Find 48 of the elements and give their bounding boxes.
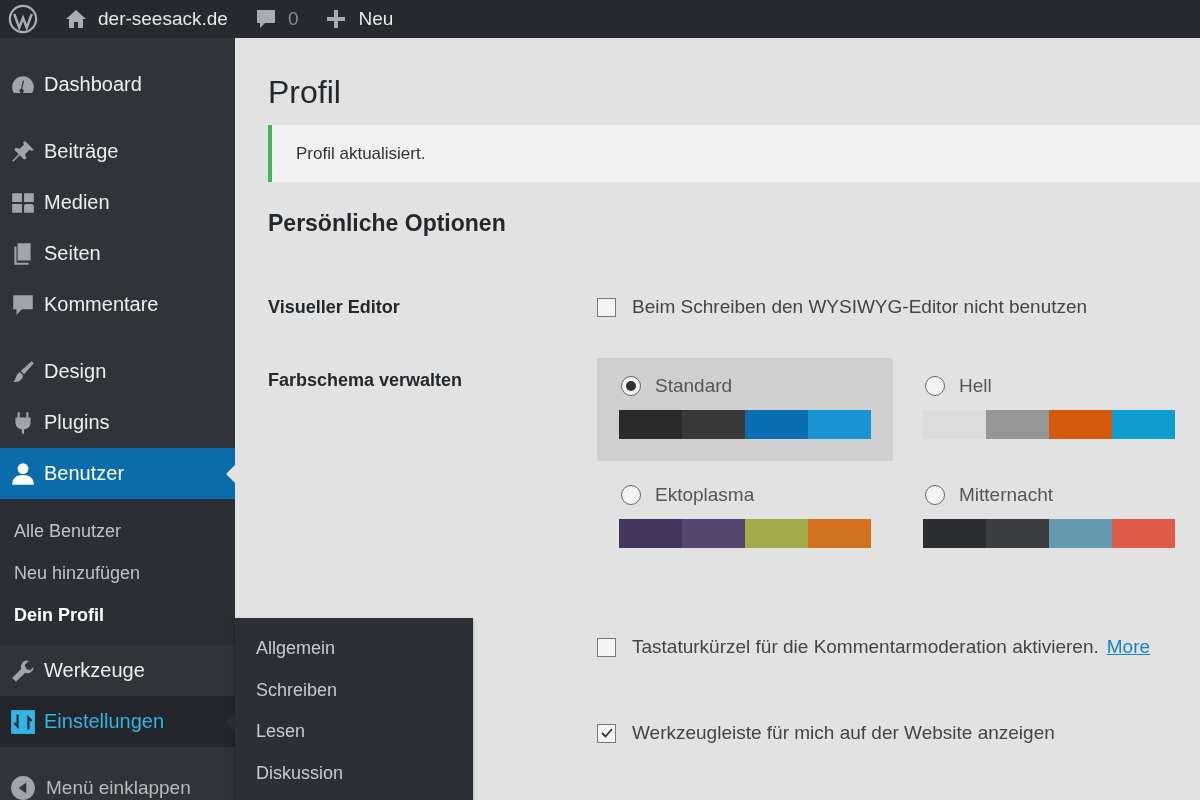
wrench-icon bbox=[10, 657, 36, 684]
home-icon[interactable] bbox=[64, 7, 88, 31]
scheme-name[interactable]: Standard bbox=[655, 375, 733, 397]
checkbox[interactable] bbox=[597, 637, 616, 657]
success-notice: Profil aktualisiert. bbox=[268, 125, 1200, 182]
radio-button[interactable] bbox=[925, 376, 945, 396]
menu-item[interactable]: Plugins bbox=[0, 397, 235, 448]
flyout-item[interactable]: Lesen bbox=[235, 711, 473, 753]
brush-icon bbox=[10, 358, 36, 385]
settings-icon bbox=[10, 708, 36, 735]
new-link[interactable]: Neu bbox=[358, 8, 394, 30]
submenu-item[interactable]: Alle Benutzer bbox=[0, 510, 235, 552]
menu-item[interactable]: Einstellungen bbox=[0, 696, 235, 747]
menu-item[interactable]: Werkzeuge bbox=[0, 645, 235, 696]
field-label: Visueller Editor bbox=[268, 296, 401, 318]
checkbox-label[interactable]: Tastaturkürzel für die Kommentarmoderation aktivieren. bbox=[632, 636, 1099, 658]
menu-item[interactable]: Kommentare bbox=[0, 279, 235, 330]
scheme-name[interactable]: Mitternacht bbox=[959, 484, 1053, 506]
menu-item[interactable]: Design bbox=[0, 346, 235, 397]
logo-icon[interactable] bbox=[8, 4, 38, 34]
page-title: Profil bbox=[268, 74, 342, 110]
checkbox[interactable] bbox=[597, 723, 616, 743]
menu-item[interactable]: Dashboard bbox=[0, 59, 235, 110]
submenu-item[interactable]: Dein Profil bbox=[0, 594, 235, 636]
scheme-name[interactable]: Hell bbox=[959, 375, 992, 397]
scheme-option-highlight[interactable]: Standard bbox=[597, 358, 893, 461]
flyout-item[interactable]: Diskussion bbox=[235, 752, 473, 794]
menu-item[interactable]: Benutzer bbox=[0, 448, 235, 499]
pin-icon bbox=[10, 138, 36, 165]
checkbox-label[interactable]: Werkzeugleiste für mich auf der Website anzeigen bbox=[632, 722, 1055, 744]
collapse-menu-button[interactable]: Menü einklappen bbox=[0, 763, 235, 800]
flyout-item[interactable]: Allgemein bbox=[235, 628, 473, 670]
checkbox[interactable] bbox=[597, 297, 616, 317]
comment-count[interactable]: 0 bbox=[287, 8, 299, 30]
field-label: Farbschema verwalten bbox=[268, 369, 464, 392]
flyout-item[interactable]: Schreiben bbox=[235, 669, 473, 711]
site-name-link[interactable]: der-seesack.de bbox=[98, 8, 228, 30]
scheme-name[interactable]: Ektoplasma bbox=[655, 484, 755, 506]
user-icon bbox=[10, 460, 36, 487]
menu-item[interactable]: Medien bbox=[0, 177, 235, 228]
radio-button[interactable] bbox=[925, 485, 945, 505]
section-heading: Persönliche Optionen bbox=[268, 209, 507, 238]
radio-button[interactable] bbox=[621, 376, 641, 396]
radio-button[interactable] bbox=[621, 485, 641, 505]
menu-item[interactable]: Beiträge bbox=[0, 126, 235, 177]
checkbox-label[interactable]: Beim Schreiben den WYSIWYG-Editor nicht benutzen bbox=[632, 296, 1088, 318]
menu-item[interactable]: Seiten bbox=[0, 228, 235, 279]
submenu-item[interactable]: Neu hinzufügen bbox=[0, 552, 235, 594]
